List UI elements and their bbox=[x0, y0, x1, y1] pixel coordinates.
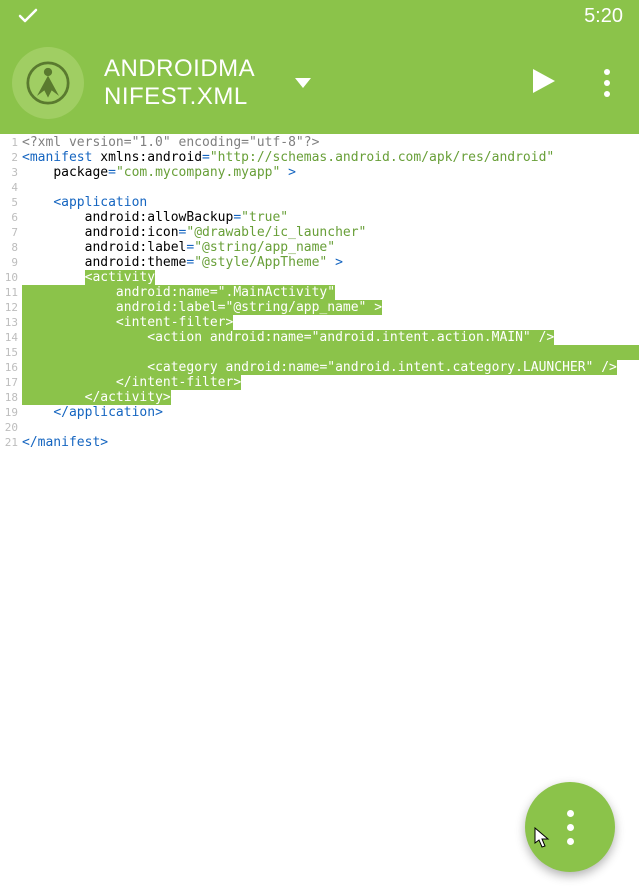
code-line[interactable]: </intent-filter> bbox=[22, 375, 639, 390]
code-line[interactable]: <manifest xmlns:android="http://schemas.… bbox=[22, 150, 639, 165]
code-line[interactable]: android:label="@string/app_name" > bbox=[22, 300, 639, 315]
code-line[interactable]: </application> bbox=[22, 405, 639, 420]
chevron-down-icon bbox=[295, 78, 311, 88]
run-button[interactable] bbox=[527, 65, 559, 102]
code-line[interactable]: </activity> bbox=[22, 390, 639, 405]
code-line[interactable] bbox=[22, 180, 639, 195]
code-line[interactable]: package="com.mycompany.myapp" > bbox=[22, 165, 639, 180]
code-line[interactable]: <action android:name="android.intent.act… bbox=[22, 330, 639, 345]
code-line[interactable]: <intent-filter> bbox=[22, 315, 639, 330]
code-line[interactable]: android:allowBackup="true" bbox=[22, 210, 639, 225]
code-line[interactable]: <category android:name="android.intent.c… bbox=[22, 360, 639, 375]
code-line[interactable] bbox=[22, 345, 639, 360]
title-line-2: NIFEST.XML bbox=[104, 83, 248, 110]
code-line[interactable]: android:name=".MainActivity" bbox=[22, 285, 639, 300]
mouse-cursor-icon bbox=[534, 827, 550, 854]
app-logo-icon[interactable] bbox=[12, 47, 84, 119]
code-line[interactable] bbox=[22, 420, 639, 435]
code-line[interactable]: <?xml version="1.0" encoding="utf-8"?> bbox=[22, 135, 639, 150]
clock-text: 5:20 bbox=[584, 5, 623, 28]
line-number-gutter: 123456789101112131415161718192021 bbox=[0, 134, 22, 896]
status-bar: 5:20 bbox=[0, 0, 639, 32]
title-line-1: ANDROIDMA bbox=[104, 55, 255, 82]
code-line[interactable]: <activity bbox=[22, 270, 639, 285]
code-line[interactable]: android:icon="@drawable/ic_launcher" bbox=[22, 225, 639, 240]
check-icon bbox=[16, 4, 40, 28]
code-line[interactable]: android:theme="@style/AppTheme" > bbox=[22, 255, 639, 270]
code-line[interactable]: </manifest> bbox=[22, 435, 639, 450]
code-editor[interactable]: 123456789101112131415161718192021 <?xml … bbox=[0, 134, 639, 896]
code-line[interactable]: android:label="@string/app_name" bbox=[22, 240, 639, 255]
code-area[interactable]: <?xml version="1.0" encoding="utf-8"?><m… bbox=[22, 134, 639, 896]
file-title-dropdown[interactable]: ANDROIDMA NIFEST.XML bbox=[104, 55, 527, 110]
app-bar: ANDROIDMA NIFEST.XML bbox=[0, 32, 639, 134]
overflow-menu-button[interactable] bbox=[595, 69, 619, 97]
code-line[interactable]: <application bbox=[22, 195, 639, 210]
